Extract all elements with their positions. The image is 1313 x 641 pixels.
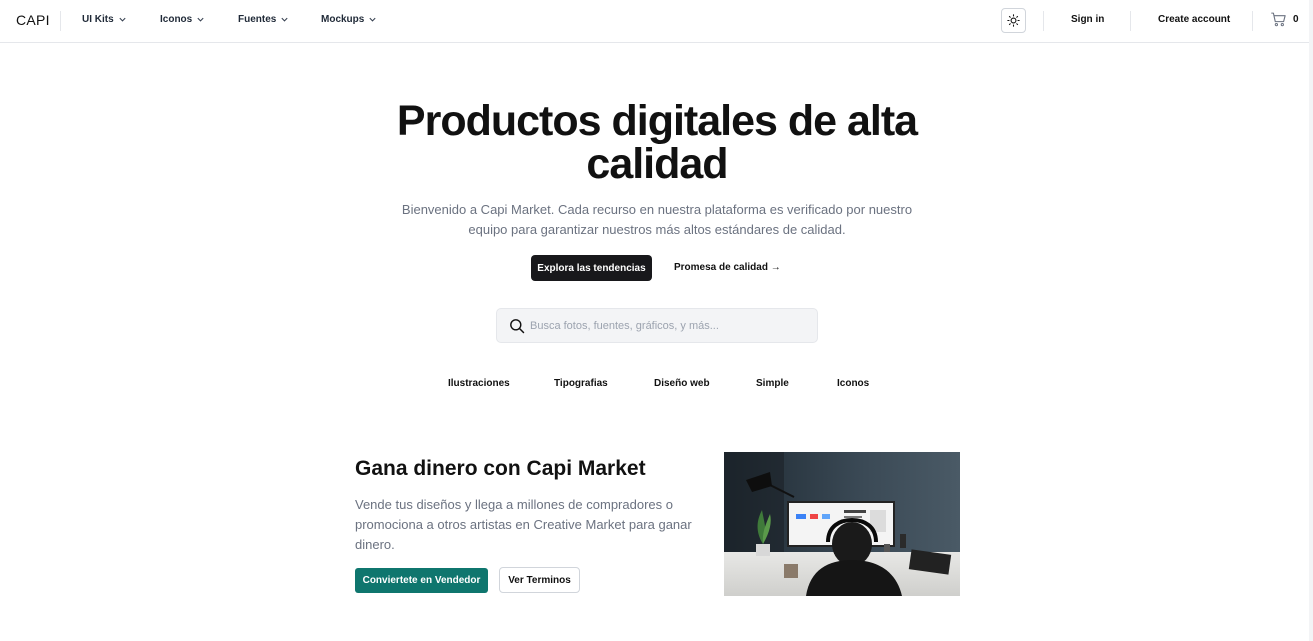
promo-title: Gana dinero con Capi Market (355, 457, 646, 480)
nav-ui-kits-label: UI Kits (82, 14, 114, 25)
divider (60, 11, 61, 31)
divider (1252, 11, 1253, 31)
become-seller-button[interactable]: Conviertete en Vendedor (355, 568, 488, 593)
cart-count: 0 (1293, 14, 1299, 25)
nav-fuentes-label: Fuentes (238, 14, 277, 25)
category-tipografias[interactable]: Tipografias (554, 378, 608, 389)
shopping-cart-icon (1271, 12, 1286, 27)
sun-icon (1007, 14, 1020, 27)
hero-subtitle: Bienvenido a Capi Market. Cada recurso e… (401, 202, 913, 237)
search-input[interactable] (530, 315, 810, 337)
search-icon (510, 319, 525, 334)
logo[interactable]: CAPI (16, 12, 50, 28)
category-simple[interactable]: Simple (756, 378, 789, 389)
theme-toggle-button[interactable] (1001, 8, 1026, 33)
hero-title: Productos digitales de alta calidad (396, 97, 918, 188)
quality-promise-link[interactable]: Promesa de calidad → (674, 262, 781, 273)
nav-mockups-label: Mockups (321, 14, 365, 25)
scrollbar[interactable] (1309, 0, 1313, 641)
cart-button[interactable]: 0 (1270, 11, 1299, 28)
explore-trends-button[interactable]: Explora las tendencias (531, 255, 652, 281)
promo-text: Vende tus diseños y llega a millones de … (355, 497, 692, 552)
category-diseno-web[interactable]: Diseño web (654, 378, 710, 389)
category-ilustraciones[interactable]: Ilustraciones (448, 378, 510, 389)
nav-fuentes[interactable]: Fuentes (238, 14, 289, 25)
chevron-down-icon (281, 17, 288, 22)
search-bar (496, 308, 818, 343)
create-account-link[interactable]: Create account (1158, 14, 1230, 25)
top-navbar: CAPI UI Kits Iconos Fuentes Mockups Sign… (0, 0, 1313, 43)
workspace-illustration (724, 452, 960, 596)
chevron-down-icon (119, 17, 126, 22)
sign-in-link[interactable]: Sign in (1071, 14, 1104, 25)
nav-mockups[interactable]: Mockups (321, 14, 377, 25)
view-terms-button[interactable]: Ver Terminos (499, 567, 580, 593)
chevron-down-icon (369, 17, 376, 22)
category-iconos[interactable]: Iconos (837, 378, 869, 389)
chevron-down-icon (197, 17, 204, 22)
divider (1043, 11, 1044, 31)
promo-image (724, 452, 960, 596)
nav-iconos[interactable]: Iconos (160, 14, 205, 25)
divider (1130, 11, 1131, 31)
nav-iconos-label: Iconos (160, 14, 193, 25)
nav-ui-kits[interactable]: UI Kits (82, 14, 127, 25)
